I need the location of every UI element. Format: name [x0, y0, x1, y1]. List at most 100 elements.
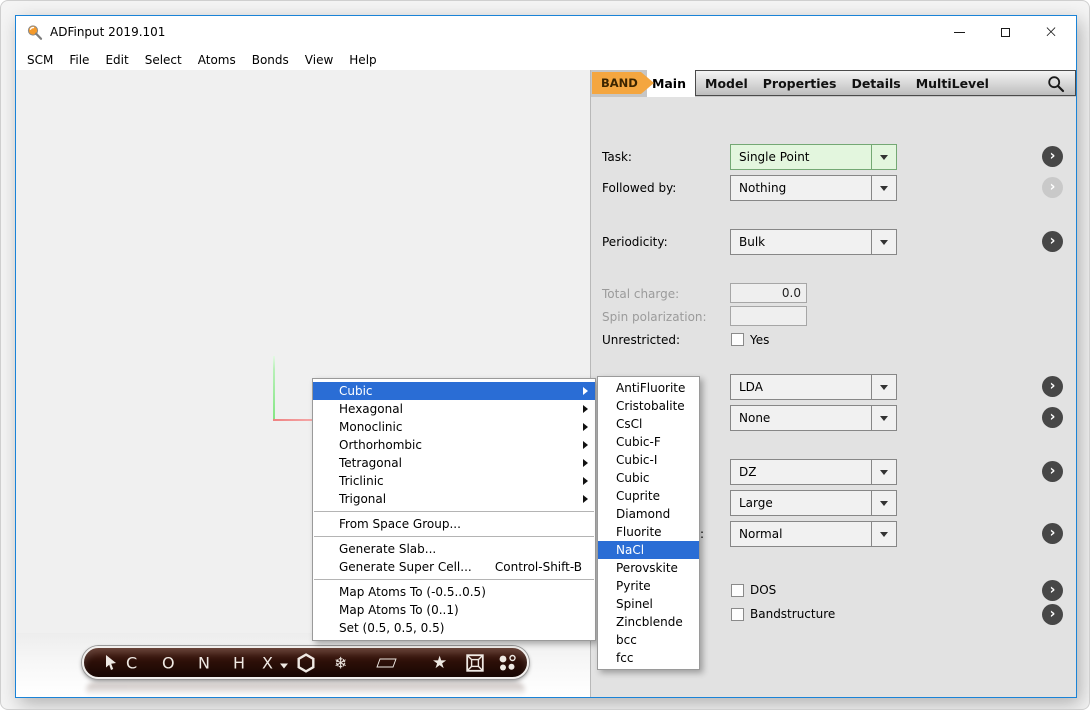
task-detail-button[interactable]: ›	[1042, 146, 1063, 167]
submenu-item-cubic-f[interactable]: Cubic-F	[598, 433, 699, 451]
bandstructure-detail-button[interactable]: ›	[1042, 604, 1063, 625]
submenu-item-cristobalite[interactable]: Cristobalite	[598, 397, 699, 415]
menu-item-tetragonal[interactable]: Tetragonal	[313, 454, 595, 472]
tab-group: Model Properties Details MultiLevel	[695, 70, 1076, 96]
task-combobox[interactable]: Single Point	[730, 144, 897, 170]
dropdown-arrow-icon[interactable]	[871, 230, 896, 254]
menu-bonds[interactable]: Bonds	[244, 51, 297, 69]
bandstructure-checkbox[interactable]	[731, 608, 744, 621]
close-button[interactable]: ×	[1028, 16, 1074, 49]
freeze-snowflake-icon[interactable]: ❄	[334, 653, 347, 672]
submenu-item-antifluorite[interactable]: AntiFluorite	[598, 379, 699, 397]
menu-edit[interactable]: Edit	[97, 51, 136, 69]
menu-item-monoclinic[interactable]: Monoclinic	[313, 418, 595, 436]
submenu-arrow-icon	[583, 423, 588, 431]
pointer-tool-icon[interactable]	[104, 655, 117, 671]
submenu-item-cuprite[interactable]: Cuprite	[598, 487, 699, 505]
menu-help[interactable]: Help	[341, 51, 384, 69]
tab-model[interactable]: Model	[705, 76, 748, 91]
submenu-item-bcc[interactable]: bcc	[598, 631, 699, 649]
submenu-item-fluorite[interactable]: Fluorite	[598, 523, 699, 541]
tab-properties[interactable]: Properties	[763, 76, 837, 91]
band-engine-badge[interactable]: BAND	[592, 72, 654, 94]
followed-by-combobox[interactable]: Nothing	[730, 175, 897, 201]
carbon-tool[interactable]: C	[126, 653, 138, 672]
frozen-core-combobox[interactable]: Large	[730, 490, 897, 516]
dos-detail-button[interactable]: ›	[1042, 580, 1063, 601]
menu-item-hexagonal[interactable]: Hexagonal	[313, 400, 595, 418]
submenu-item-cubic-i[interactable]: Cubic-I	[598, 451, 699, 469]
minimize-button[interactable]	[936, 16, 982, 49]
menubar: SCM File Edit Select Atoms Bonds View He…	[16, 49, 1076, 70]
spin-polarization-field[interactable]	[730, 306, 807, 326]
menu-select[interactable]: Select	[137, 51, 190, 69]
periodicity-detail-button[interactable]: ›	[1042, 231, 1063, 252]
tab-details[interactable]: Details	[851, 76, 900, 91]
periodicity-combobox[interactable]: Bulk	[730, 229, 897, 255]
element-x-tool[interactable]: X	[262, 653, 273, 672]
minimize-icon	[954, 32, 965, 33]
menu-file[interactable]: File	[61, 51, 97, 69]
menu-item-map-atoms-unit[interactable]: Map Atoms To (0..1)	[313, 601, 595, 619]
menu-item-generate-slab[interactable]: Generate Slab...	[313, 540, 595, 558]
unrestricted-checkbox[interactable]	[731, 333, 744, 346]
quality-detail-button[interactable]: ›	[1042, 523, 1063, 544]
plane-parallelogram-icon[interactable]	[376, 658, 396, 667]
menu-scm[interactable]: SCM	[19, 51, 61, 69]
quality-combobox[interactable]: Normal	[730, 521, 897, 547]
dropdown-arrow-icon[interactable]	[871, 145, 896, 169]
submenu-item-spinel[interactable]: Spinel	[598, 595, 699, 613]
hydrogen-tool[interactable]: H	[233, 653, 246, 672]
titlebar[interactable]: ADFinput 2019.101 ×	[16, 16, 1076, 49]
dropdown-arrow-icon[interactable]	[871, 406, 896, 430]
unit-cell-y-axis	[273, 356, 275, 421]
submenu-item-nacl[interactable]: NaCl	[598, 541, 699, 559]
submenu-item-zincblende[interactable]: Zincblende	[598, 613, 699, 631]
menu-view[interactable]: View	[297, 51, 341, 69]
dropdown-arrow-icon[interactable]	[871, 375, 896, 399]
tab-multilevel[interactable]: MultiLevel	[916, 76, 989, 91]
dropdown-arrow-icon[interactable]	[871, 522, 896, 546]
submenu-arrow-icon	[583, 387, 588, 395]
relativity-combobox[interactable]: None	[730, 405, 897, 431]
basis-detail-button[interactable]: ›	[1042, 461, 1063, 482]
submenu-item-fcc[interactable]: fcc	[598, 649, 699, 667]
menu-separator	[314, 511, 594, 512]
basis-set-combobox[interactable]: DZ	[730, 459, 897, 485]
unit-cell-frame-icon[interactable]	[466, 654, 484, 672]
menu-atoms[interactable]: Atoms	[190, 51, 244, 69]
xc-detail-button[interactable]: ›	[1042, 376, 1063, 397]
menu-item-set-half[interactable]: Set (0.5, 0.5, 0.5)	[313, 619, 595, 637]
menu-item-from-space-group[interactable]: From Space Group...	[313, 515, 595, 533]
tab-main[interactable]: Main	[647, 70, 695, 97]
menu-item-triclinic[interactable]: Triclinic	[313, 472, 595, 490]
xc-functional-combobox[interactable]: LDA	[730, 374, 897, 400]
menu-separator	[314, 536, 594, 537]
menu-item-cubic[interactable]: Cubic	[313, 382, 595, 400]
menu-item-orthorhombic[interactable]: Orthorhombic	[313, 436, 595, 454]
menu-item-map-atoms-half[interactable]: Map Atoms To (-0.5..0.5)	[313, 583, 595, 601]
submenu-item-cscl[interactable]: CsCl	[598, 415, 699, 433]
dropdown-arrow-icon[interactable]	[871, 491, 896, 515]
unrestricted-label: Unrestricted:	[602, 333, 680, 347]
search-icon[interactable]	[1047, 75, 1065, 93]
maximize-button[interactable]	[982, 16, 1028, 49]
element-dropdown-icon[interactable]	[280, 663, 288, 668]
submenu-item-pyrite[interactable]: Pyrite	[598, 577, 699, 595]
submenu-item-diamond[interactable]: Diamond	[598, 505, 699, 523]
menu-item-generate-super-cell[interactable]: Generate Super Cell... Control-Shift-B	[313, 558, 595, 576]
submenu-item-cubic[interactable]: Cubic	[598, 469, 699, 487]
menu-item-trigonal[interactable]: Trigonal	[313, 490, 595, 508]
star-tool-icon[interactable]: ★	[432, 653, 447, 673]
dropdown-arrow-icon[interactable]	[871, 460, 896, 484]
dropdown-arrow-icon[interactable]	[871, 176, 896, 200]
submenu-item-perovskite[interactable]: Perovskite	[598, 559, 699, 577]
oxygen-tool[interactable]: O	[162, 653, 175, 672]
fragments-dots-icon[interactable]	[498, 654, 517, 672]
ring-hexagon-icon[interactable]	[296, 653, 316, 673]
dos-checkbox[interactable]	[731, 584, 744, 597]
nitrogen-tool[interactable]: N	[198, 653, 210, 672]
task-label: Task:	[602, 150, 632, 164]
relativity-detail-button[interactable]: ›	[1042, 407, 1063, 428]
total-charge-field[interactable]	[730, 283, 807, 303]
